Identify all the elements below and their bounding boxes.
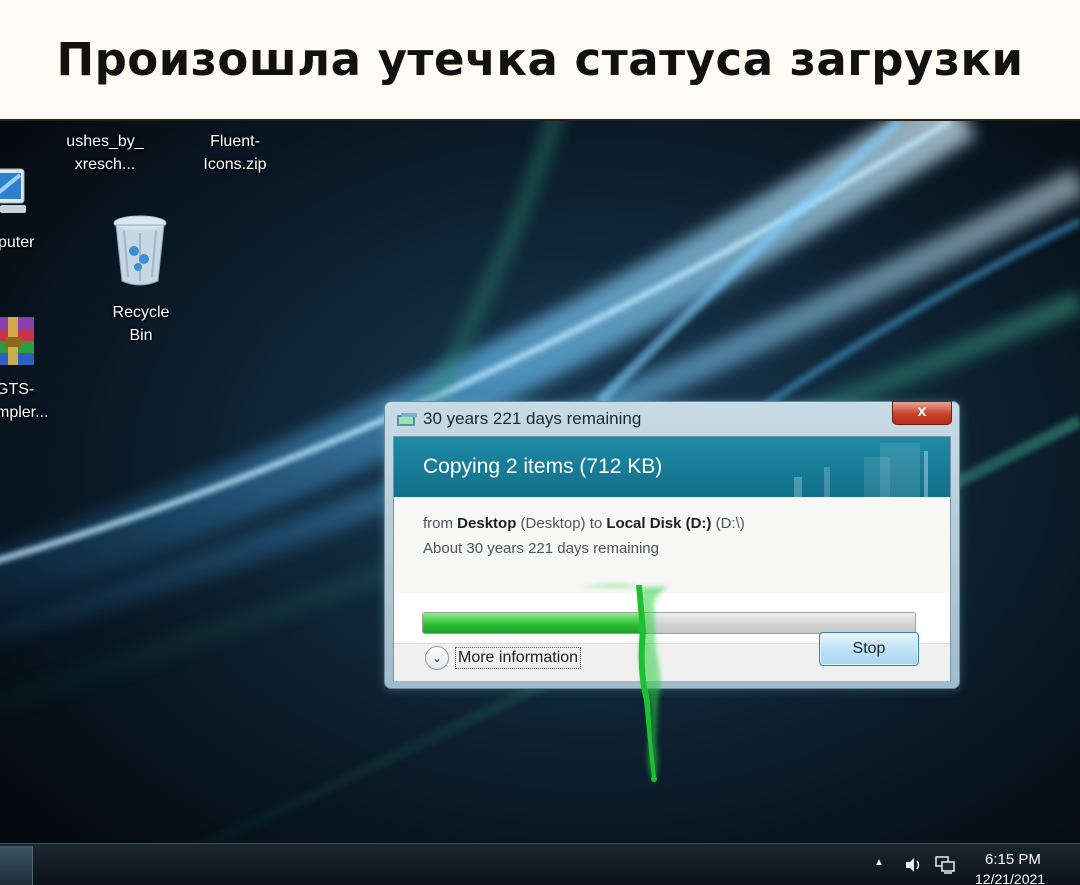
desktop-icon-label-fluent-icons[interactable]: Fluent- Icons.zip — [185, 130, 285, 176]
dialog-header-band: Copying 2 items (712 KB) — [394, 437, 950, 497]
recycle-bin-icon[interactable] — [110, 213, 170, 289]
chevron-down-icon: ⌄ — [425, 646, 449, 670]
icon-label-line: GTS- — [0, 381, 35, 398]
icon-label-line: Bin — [129, 327, 153, 344]
caption-text: Произошла утечка статуса загрузки — [56, 32, 1024, 86]
destination-link[interactable]: Local Disk (D:) — [606, 515, 711, 532]
source-link[interactable]: Desktop — [457, 515, 516, 532]
meme-caption: Произошла утечка статуса загрузки — [0, 0, 1080, 118]
dialog-heading: Copying 2 items (712 KB) — [423, 455, 663, 478]
icon-label-line: Fluent- — [210, 133, 260, 150]
from-prefix: from — [423, 515, 458, 532]
source-destination-line: from Desktop (Desktop) to Local Disk (D:… — [423, 515, 745, 532]
time-remaining-text: About 30 years 221 days remaining — [423, 540, 659, 557]
green-drip-overlay — [580, 584, 670, 783]
desktop-icon-label-brushes[interactable]: ushes_by_ xresch... — [55, 130, 155, 176]
source-path: (Desktop) to — [516, 515, 607, 532]
chevron-up-icon[interactable]: ▲ — [874, 857, 884, 868]
icon-label-line: Recycle — [112, 304, 170, 321]
desktop[interactable]: ushes_by_ xresch... Fluent- Icons.zip pu… — [0, 119, 1080, 885]
archive-icon[interactable] — [0, 317, 40, 371]
dialog-title: 30 years 221 days remaining — [423, 409, 642, 428]
network-icon[interactable] — [934, 856, 956, 874]
icon-label-line: xresch... — [74, 156, 136, 173]
copy-dialog-app-icon — [397, 413, 417, 426]
icon-label-line: Icons.zip — [203, 156, 267, 173]
taskbar-clock-time[interactable]: 6:15 PM — [985, 851, 1041, 868]
start-button[interactable] — [0, 846, 33, 885]
desktop-icon-label-recycle-bin[interactable]: Recycle Bin — [95, 301, 187, 347]
icon-label-line: ushes_by_ — [66, 133, 144, 150]
desktop-icon-label-archive[interactable]: GTS- mpler... — [0, 378, 52, 424]
speaker-icon[interactable] — [904, 857, 922, 873]
icon-label-line: mpler... — [0, 404, 49, 421]
icon-label-line: puter — [0, 234, 35, 251]
close-button[interactable]: x — [892, 401, 952, 425]
desktop-icon-label-computer[interactable]: puter — [0, 231, 40, 254]
computer-icon[interactable] — [0, 165, 34, 221]
stop-button[interactable]: Stop — [819, 632, 919, 666]
destination-path: (D:\) — [711, 515, 745, 532]
taskbar: ▲ 6:15 PM 12/21/2021 — [0, 843, 1080, 885]
more-information-toggle[interactable]: ⌄ More information — [425, 646, 582, 670]
